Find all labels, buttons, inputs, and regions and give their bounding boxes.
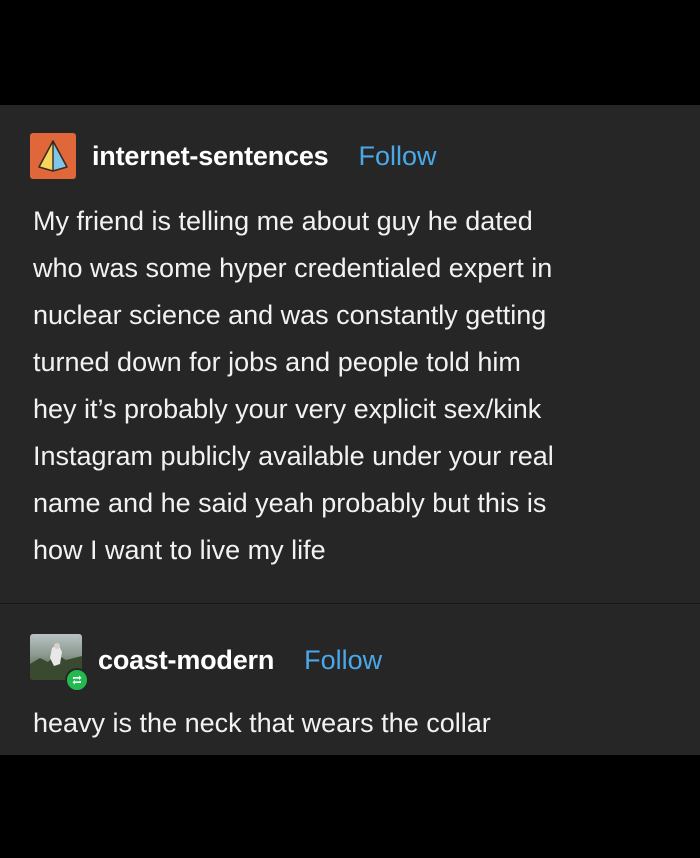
blog-avatar[interactable] xyxy=(30,634,89,692)
post-header: internet-sentences Follow xyxy=(30,133,437,179)
post-body: My friend is telling me about guy he dat… xyxy=(33,206,554,565)
reblog-icon xyxy=(65,668,89,692)
follow-button[interactable]: Follow xyxy=(304,645,382,676)
blog-name[interactable]: coast-modern xyxy=(98,645,274,676)
pyramid-icon xyxy=(38,140,68,172)
blog-avatar[interactable] xyxy=(30,133,76,179)
reblog-body: heavy is the neck that wears the collar xyxy=(33,708,491,738)
post-divider xyxy=(0,603,700,604)
follow-button[interactable]: Follow xyxy=(358,141,436,172)
blog-name[interactable]: internet-sentences xyxy=(92,141,329,172)
reblog-header: coast-modern Follow xyxy=(30,634,382,692)
